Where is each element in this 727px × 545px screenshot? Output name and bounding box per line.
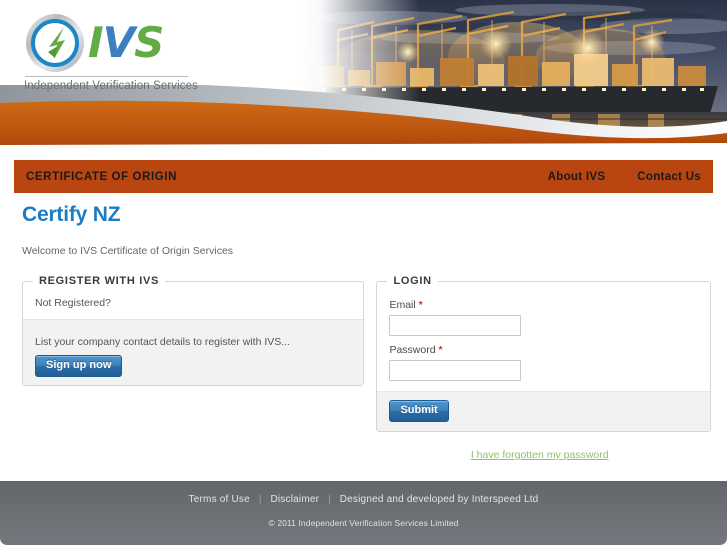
ivs-circle-leaf-logo-icon [26,14,84,72]
site-header-banner: IVS Independent Verification Services [0,0,727,160]
password-label-text: Password [389,344,436,356]
not-registered-text: Not Registered? [35,297,111,309]
page-content: Certify NZ Welcome to IVS Certificate of… [14,203,713,461]
two-column-layout: REGISTER WITH IVS Not Registered? List y… [14,275,713,461]
forgot-password-link[interactable]: I have forgotten my password [471,449,609,461]
site-footer: Terms of Use | Disclaimer | Designed and… [0,481,727,545]
footer-link-designed-by[interactable]: Designed and developed by Interspeed Ltd [340,494,539,505]
register-description: List your company contact details to reg… [35,336,291,348]
login-panel-legend: LOGIN [393,275,432,287]
logo-letter-i: I [88,18,104,67]
site-logo[interactable]: IVS Independent Verification Services [24,12,204,92]
login-panel-body: Email * Password * [377,287,710,391]
password-required-marker: * [438,344,443,356]
nav-link-contact-us[interactable]: Contact Us [637,171,701,183]
port-ship-photo [300,0,727,150]
logo-divider [25,76,188,77]
password-input[interactable] [389,360,522,381]
page-title: Certify NZ [22,203,121,226]
navbar-links: About IVS Contact Us [516,171,713,183]
register-panel-footer: List your company contact details to reg… [23,319,364,385]
logo-letter-v: V [102,18,136,67]
forgot-password-row: I have forgotten my password [376,449,711,461]
email-label: Email * [389,299,698,311]
login-column: LOGIN Email * Password * Submit I have f… [376,275,711,461]
sign-up-now-button[interactable]: Sign up now [35,355,123,377]
footer-link-terms-of-use[interactable]: Terms of Use [189,494,250,505]
login-panel: LOGIN Email * Password * Submit [376,275,711,432]
email-input[interactable] [389,315,522,336]
logo-letter-s: S [134,18,164,67]
welcome-text: Welcome to IVS Certificate of Origin Ser… [22,245,234,257]
footer-separator-2: | [328,494,331,505]
password-label: Password * [389,344,698,356]
register-panel: REGISTER WITH IVS Not Registered? List y… [22,275,365,386]
page-container: CERTIFICATE OF ORIGIN About IVS Contact … [14,160,713,461]
footer-separator-1: | [258,494,262,505]
register-panel-legend: REGISTER WITH IVS [39,275,160,287]
email-required-marker: * [418,299,423,311]
nav-link-about-ivs[interactable]: About IVS [548,171,606,183]
footer-links: Terms of Use | Disclaimer | Designed and… [0,481,727,505]
logo-tagline: Independent Verification Services [24,80,198,92]
logo-wordmark: IVS [88,22,164,64]
main-navbar: CERTIFICATE OF ORIGIN About IVS Contact … [14,160,713,193]
footer-copyright: © 2011 Independent Verification Services… [268,518,459,528]
footer-link-disclaimer[interactable]: Disclaimer [270,494,319,505]
submit-button[interactable]: Submit [389,400,449,422]
login-panel-footer: Submit [377,391,710,431]
navbar-section-title: CERTIFICATE OF ORIGIN [26,170,178,183]
email-label-text: Email [389,299,416,311]
register-panel-body: Not Registered? [23,287,363,319]
register-column: REGISTER WITH IVS Not Registered? List y… [22,275,365,386]
